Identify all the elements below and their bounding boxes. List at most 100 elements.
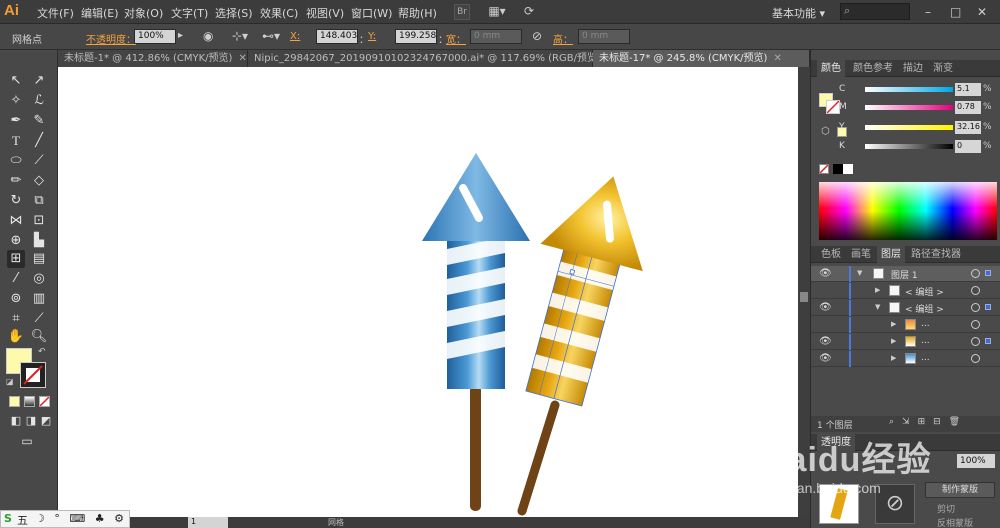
black-field[interactable]: 0 — [955, 140, 981, 153]
tab-transparency[interactable]: 透明度 — [817, 434, 855, 451]
target-circle-icon[interactable] — [971, 286, 980, 295]
yellow-track[interactable] — [865, 125, 953, 130]
white-color-icon[interactable] — [843, 164, 853, 174]
collapse-triangle-icon[interactable]: ▶ — [875, 286, 880, 294]
draw-behind-icon[interactable]: ◩ — [37, 412, 55, 430]
selection-tool-icon[interactable]: ↖ — [7, 72, 25, 90]
layer-row-4[interactable]: ▶ ... — [811, 317, 1000, 333]
type-tool-icon[interactable]: T — [7, 132, 25, 150]
gold-rocket-stick[interactable] — [517, 400, 560, 516]
panel-stroke-swatch[interactable] — [826, 100, 840, 114]
color-mode-icon[interactable] — [9, 396, 20, 407]
minimize-button[interactable]: – — [925, 5, 931, 19]
pencil-icon[interactable]: ✏ — [7, 172, 25, 190]
menu-object[interactable]: 对象(O) — [124, 5, 163, 21]
layer-row-5[interactable]: 👁︎ ▶ ... — [811, 334, 1000, 350]
opacity-label[interactable]: 不透明度： — [86, 31, 136, 46]
mesh-point[interactable] — [569, 268, 576, 275]
layer-row-3[interactable]: 👁︎ ▼ < 编组 > — [811, 300, 1000, 316]
lasso-icon[interactable]: ℒ — [30, 92, 48, 110]
blue-rocket[interactable] — [422, 153, 530, 511]
yellow-field[interactable]: 32.16 — [955, 121, 981, 134]
cyan-slider-row[interactable]: C 5.1 % — [839, 83, 999, 97]
collapse-triangle-icon[interactable]: ▶ — [891, 354, 896, 362]
artboard[interactable] — [58, 67, 798, 517]
eyedropper-icon[interactable]: ⁄ — [7, 270, 25, 288]
layer-actions-icons[interactable]: ⌕⇲⊞⊟🗑︎ — [889, 417, 968, 427]
target-circle-icon[interactable] — [971, 303, 980, 312]
layer-row-1[interactable]: 👁︎ ▼ 图层 1 — [811, 266, 1000, 282]
selection-indicator[interactable] — [985, 338, 991, 344]
blue-rocket-head[interactable] — [422, 153, 530, 241]
menu-type[interactable]: 文字(T) — [171, 5, 208, 21]
bridge-button[interactable]: Br — [454, 4, 470, 20]
hand-tool-icon[interactable]: ✋ — [7, 328, 25, 346]
magenta-slider-row[interactable]: M 0.78 % — [839, 101, 999, 115]
tab-document-1[interactable]: 未标题-1* @ 412.86% (CMYK/预览) ✕ — [58, 50, 248, 67]
close-tab-icon[interactable]: ✕ — [238, 53, 246, 64]
line-tool-icon[interactable]: ╱ — [30, 132, 48, 150]
expand-triangle-icon[interactable]: ▼ — [857, 269, 862, 277]
stroke-swatch[interactable] — [20, 362, 46, 388]
screen-mode-icon[interactable]: ▭ — [18, 432, 36, 450]
menu-file[interactable]: 文件(F) — [37, 5, 74, 21]
clip-checkbox-label[interactable]: 剪切 — [937, 502, 955, 515]
x-field[interactable]: 148.403 — [316, 29, 358, 44]
magic-wand-icon[interactable]: ✧ — [7, 92, 25, 110]
blue-rocket-stick[interactable] — [470, 385, 481, 511]
target-circle-icon[interactable] — [971, 354, 980, 363]
make-mask-button[interactable]: 制作蒙版 — [925, 482, 995, 498]
yellow-slider-row[interactable]: Y 32.16 % — [839, 121, 999, 135]
link-icon[interactable]: ⊘ — [532, 29, 542, 43]
tab-stroke[interactable]: 描边 — [899, 60, 927, 77]
target-circle-icon[interactable] — [971, 320, 980, 329]
gradient-mode-icon[interactable] — [24, 396, 35, 407]
magenta-track[interactable] — [865, 105, 953, 110]
group-name[interactable]: < 编组 > — [905, 302, 944, 315]
tab-color[interactable]: 颜色 — [817, 60, 845, 77]
black-slider-row[interactable]: K 0 % — [839, 140, 999, 154]
pen-tool-icon[interactable]: ✒ — [7, 112, 25, 130]
opacity-field[interactable]: 100% — [134, 29, 176, 44]
blend-tool-icon[interactable]: ◎ — [30, 270, 48, 288]
scrollbar-thumb[interactable] — [800, 292, 808, 302]
rotate-icon[interactable]: ↻ — [7, 192, 25, 210]
tab-layers[interactable]: 图层 — [877, 246, 905, 263]
menu-edit[interactable]: 编辑(E) — [81, 5, 119, 21]
object-name[interactable]: ... — [921, 319, 930, 329]
menu-effect[interactable]: 效果(C) — [260, 5, 298, 21]
layer-row-6[interactable]: 👁︎ ▶ ... — [811, 351, 1000, 367]
maximize-button[interactable]: □ — [950, 5, 961, 19]
slice-tool-icon[interactable]: ⟋ — [30, 310, 48, 328]
gold-rocket-head[interactable] — [540, 163, 664, 272]
cyan-field[interactable]: 5.1 — [955, 83, 981, 96]
black-color-icon[interactable] — [833, 164, 843, 174]
invert-mask-checkbox-label[interactable]: 反相蒙版 — [937, 516, 973, 528]
direct-selection-tool-icon[interactable]: ↗ — [30, 72, 48, 90]
ime-mode[interactable]: 五 — [17, 512, 28, 528]
transparency-opacity-field[interactable]: 100% — [957, 454, 995, 468]
zoom-tool-icon[interactable]: 🔍︎ — [30, 328, 48, 346]
menu-view[interactable]: 视图(V) — [306, 5, 344, 21]
artboard-tool-icon[interactable]: ⌗ — [7, 310, 25, 328]
scale-icon[interactable]: ⧉ — [30, 192, 48, 210]
rocket-artwork[interactable] — [58, 67, 798, 517]
tab-gradient[interactable]: 渐变 — [929, 60, 957, 77]
target-circle-icon[interactable] — [971, 269, 980, 278]
visibility-eye-icon[interactable]: 👁︎ — [819, 302, 832, 313]
expand-triangle-icon[interactable]: ▼ — [875, 303, 880, 311]
visibility-eye-icon[interactable]: 👁︎ — [819, 353, 832, 364]
curvature-tool-icon[interactable]: ✎ — [30, 112, 48, 130]
ime-tool-icons[interactable]: ☽ ° ⌨ ♣ ⚙ — [35, 512, 127, 525]
selection-indicator[interactable] — [985, 270, 991, 276]
width-tool-icon[interactable]: ⋈ — [7, 212, 25, 230]
symbol-sprayer-icon[interactable]: ⊚ — [7, 290, 25, 308]
group-name[interactable]: < 编组 > — [905, 285, 944, 298]
tab-swatches[interactable]: 色板 — [817, 246, 845, 263]
menu-help[interactable]: 帮助(H) — [398, 5, 437, 21]
layer-row-2[interactable]: ▶ < 编组 > — [811, 283, 1000, 299]
layer-name[interactable]: 图层 1 — [891, 268, 918, 281]
cyan-track[interactable] — [865, 87, 953, 92]
color-spectrum[interactable] — [819, 182, 997, 240]
target-circle-icon[interactable] — [971, 337, 980, 346]
